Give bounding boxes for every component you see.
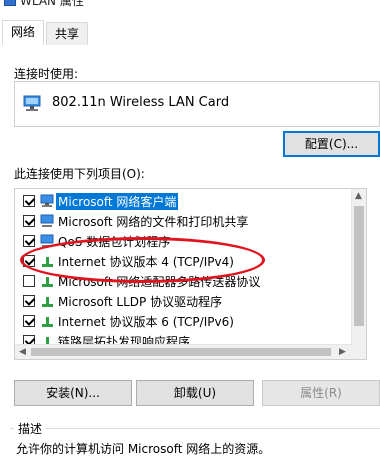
network-tab-panel: 连接时使用: 802.11n Wireless LAN Card 配置(C)..… (0, 45, 380, 464)
item-checkbox[interactable] (23, 235, 35, 247)
items-label: 此连接使用下列项目(O): (14, 167, 145, 181)
protocol-icon (40, 253, 56, 272)
network-client-icon (40, 193, 56, 212)
connect-using-label: 连接时使用: (14, 67, 79, 81)
vertical-scroll-thumb[interactable] (354, 206, 364, 326)
item-label: Microsoft LLDP 协议驱动程序 (58, 295, 223, 309)
horizontal-scroll-thumb[interactable] (31, 348, 331, 356)
protocol-icon (40, 313, 56, 332)
item-label: Internet 协议版本 6 (TCP/IPv6) (58, 315, 234, 329)
item-label: Microsoft 网络的文件和打印机共享 (58, 215, 249, 229)
scroll-left-arrow-icon[interactable]: ◀ (19, 347, 26, 357)
install-button[interactable]: 安装(N)... (14, 380, 132, 406)
description-text: 允许你的计算机访问 Microsoft 网络上的资源。 (16, 442, 271, 456)
items-list[interactable]: Microsoft 网络客户端 Microsoft 网络的文件和打印机共享 Qo… (14, 188, 367, 360)
item-label: QoS 数据包计划程序 (58, 235, 171, 249)
properties-button[interactable]: 属性(R) (262, 380, 380, 406)
tab-strip: 网络 共享 (0, 20, 380, 46)
scroll-right-arrow-icon[interactable]: ▶ (339, 347, 346, 357)
scroll-up-arrow-icon[interactable]: ▲ (355, 191, 362, 201)
item-checkbox[interactable] (23, 275, 35, 287)
list-item-ipv6[interactable]: Internet 协议版本 6 (TCP/IPv6) (15, 311, 353, 331)
horizontal-scrollbar[interactable]: ◀ ▶ (15, 344, 353, 359)
list-item-file-print-sharing[interactable]: Microsoft 网络的文件和打印机共享 (15, 211, 353, 231)
item-label: Internet 协议版本 4 (TCP/IPv4) (58, 255, 234, 269)
item-checkbox[interactable] (23, 215, 35, 227)
qos-scheduler-icon (40, 233, 56, 252)
tab-sharing[interactable]: 共享 (46, 22, 89, 46)
protocol-icon (40, 293, 56, 312)
window-title: WLAN 属性 (20, 0, 84, 8)
list-item-multiplexor[interactable]: Microsoft 网络适配器多路传送器协议 (15, 271, 353, 291)
tab-network[interactable]: 网络 (2, 20, 45, 45)
item-checkbox[interactable] (23, 295, 35, 307)
adapter-name: 802.11n Wireless LAN Card (52, 95, 230, 110)
item-label: Microsoft 网络适配器多路传送器协议 (58, 275, 261, 289)
item-label: Microsoft 网络客户端 (56, 193, 179, 210)
title-bar: WLAN 属性 (0, 0, 380, 16)
adapter-box: 802.11n Wireless LAN Card (14, 81, 380, 127)
file-print-sharing-icon (40, 213, 56, 232)
description-title: 描述 (14, 420, 47, 437)
list-item-ms-client[interactable]: Microsoft 网络客户端 (15, 191, 353, 211)
item-checkbox[interactable] (23, 315, 35, 327)
network-adapter-icon (23, 95, 43, 116)
list-item-ipv4[interactable]: Internet 协议版本 4 (TCP/IPv4) (15, 251, 353, 271)
list-item-lldp[interactable]: Microsoft LLDP 协议驱动程序 (15, 291, 353, 311)
configure-button[interactable]: 配置(C)... (283, 131, 380, 157)
item-checkbox[interactable] (23, 255, 35, 267)
item-checkbox[interactable] (23, 195, 35, 207)
protocol-icon (40, 273, 56, 292)
wlan-window-icon (4, 0, 16, 6)
list-item-qos[interactable]: QoS 数据包计划程序 (15, 231, 353, 251)
vertical-scrollbar[interactable]: ▲ (351, 189, 366, 359)
uninstall-button[interactable]: 卸载(U) (136, 380, 254, 406)
